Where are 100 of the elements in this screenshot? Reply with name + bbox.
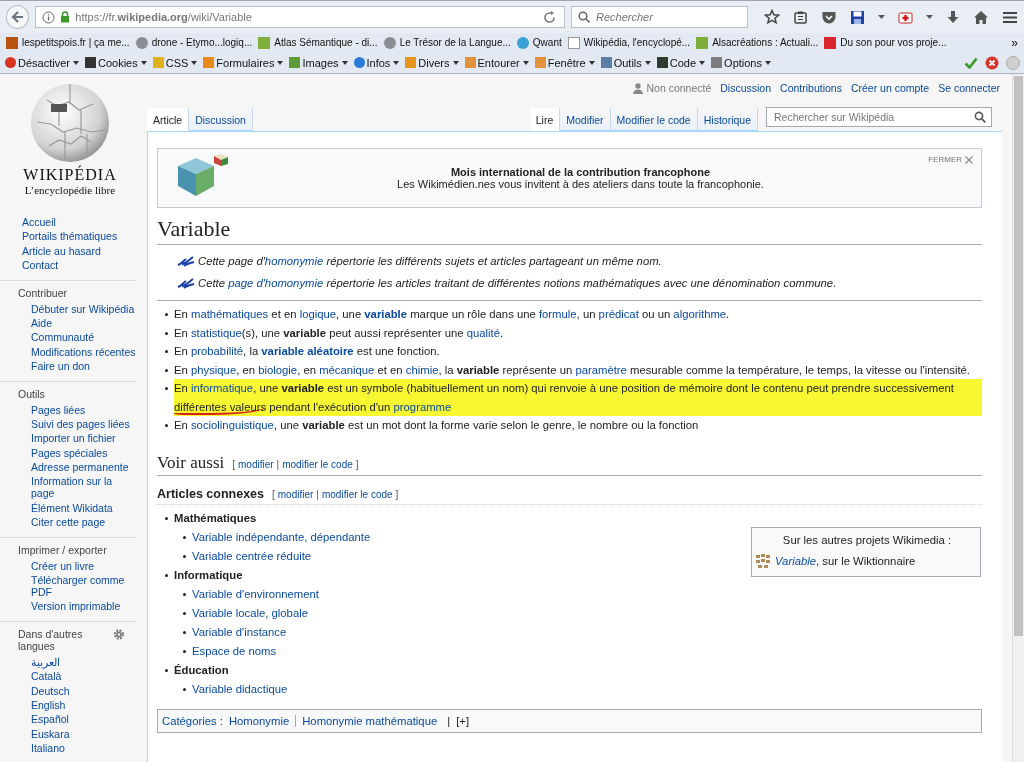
article-link[interactable]: Variable d'instance: [192, 622, 287, 642]
search-icon[interactable]: [974, 111, 986, 123]
article-link[interactable]: Variable locale, globale: [192, 603, 308, 623]
star-icon[interactable]: [764, 9, 780, 25]
bookmark-link[interactable]: Wikipédia, l'encyclopé...: [567, 36, 691, 49]
settings-icon[interactable]: [113, 627, 125, 641]
puzzle-globe-logo-drawing[interactable]: [29, 82, 111, 164]
sidebar-link[interactable]: Élément Wikidata: [18, 501, 137, 514]
checkmark-icon[interactable]: [964, 56, 978, 69]
error-icon[interactable]: [985, 55, 999, 70]
toolbar-menu-button[interactable]: Formulaires: [202, 56, 285, 69]
user-link[interactable]: Discussion: [720, 82, 772, 94]
toolbar-menu-button[interactable]: Entourer: [463, 56, 530, 69]
link[interactable]: variable: [364, 308, 408, 320]
link[interactable]: programme: [393, 400, 452, 413]
sidebar-link[interactable]: Information sur la page: [18, 475, 137, 500]
back-button[interactable]: [6, 5, 30, 29]
sidebar-link[interactable]: Adresse permanente: [18, 461, 137, 474]
scrollbar[interactable]: [1012, 74, 1024, 762]
edit-link[interactable]: modifier le code: [282, 458, 353, 470]
sidebar-link[interactable]: Modifications récentes: [18, 345, 137, 358]
sidebar-link[interactable]: Article au hasard: [22, 244, 137, 257]
article-link[interactable]: Variable d'environnement: [192, 584, 319, 604]
sidebar-link[interactable]: Débuter sur Wikipédia: [18, 302, 137, 315]
view-tab[interactable]: Historique: [697, 108, 758, 131]
link[interactable]: sociolinguistique: [190, 419, 274, 431]
info-icon[interactable]: [42, 10, 56, 24]
link[interactable]: informatique: [190, 382, 254, 394]
article-link[interactable]: Variable centrée réduite: [192, 546, 312, 566]
category-link[interactable]: Homonymie mathématique: [295, 714, 438, 727]
link[interactable]: logique: [299, 308, 337, 320]
link[interactable]: mécanique: [319, 363, 375, 376]
bookmark-link[interactable]: Du son pour vos proje...: [824, 36, 947, 49]
page-tab[interactable]: Discussion: [189, 108, 253, 131]
toolbar-menu-button[interactable]: Options: [710, 56, 772, 69]
sidebar-link[interactable]: العربية: [18, 655, 137, 668]
sidebar-link[interactable]: English: [18, 699, 137, 711]
bookmark-link[interactable]: drone - Etymo...logiq...: [135, 36, 253, 49]
clipboard-icon[interactable]: [793, 9, 808, 25]
sidebar-link[interactable]: Citer cette page: [18, 516, 137, 529]
edit-link[interactable]: modifier le code: [321, 488, 393, 500]
user-link[interactable]: Créer un compte: [850, 82, 930, 94]
sidebar-link[interactable]: Version imprimable: [18, 600, 137, 613]
toolbar-menu-button[interactable]: Images: [288, 56, 349, 69]
link[interactable]: Catégories: [162, 714, 217, 727]
sidebar-link[interactable]: Español: [18, 713, 137, 726]
sidebar-link[interactable]: Portails thématiques: [22, 230, 137, 243]
sidebar-link[interactable]: Italiano: [18, 742, 137, 755]
bookmark-link[interactable]: Alsacréations : Actuali...: [696, 36, 819, 49]
link[interactable]: homonymie: [264, 255, 324, 267]
sidebar-link[interactable]: Contact: [22, 259, 137, 272]
bookmark-link[interactable]: Qwant: [516, 36, 562, 49]
edit-link[interactable]: modifier: [238, 458, 274, 470]
link[interactable]: biologie: [258, 363, 298, 376]
pocket-icon[interactable]: [821, 9, 837, 25]
sidebar-link[interactable]: Faire un don: [18, 360, 137, 373]
first-aid-icon[interactable]: [898, 9, 913, 25]
bookmark-link[interactable]: Atlas Sémantique - di...: [258, 36, 378, 49]
sidebar-link[interactable]: Català: [18, 670, 137, 683]
sidebar-link[interactable]: Accueil: [22, 216, 137, 228]
sidebar-link[interactable]: Communauté: [18, 331, 137, 344]
category-link[interactable]: Homonymie: [228, 714, 290, 727]
download-icon[interactable]: [946, 9, 960, 25]
link[interactable]: probabilité: [190, 345, 244, 357]
bookmark-link[interactable]: Le Trésor de la Langue...: [383, 36, 511, 49]
article-link[interactable]: Variable didactique: [192, 679, 288, 699]
toolbar-menu-button[interactable]: Divers: [404, 56, 460, 69]
user-link[interactable]: Contributions: [780, 82, 842, 94]
caret-icon[interactable]: [926, 15, 933, 19]
toolbar-menu-button[interactable]: Infos: [352, 56, 401, 69]
search-box[interactable]: Rechercher: [571, 6, 748, 28]
toolbar-menu-button[interactable]: Outils: [599, 56, 652, 69]
sidebar-link[interactable]: Deutsch: [18, 684, 137, 697]
menu-icon[interactable]: [1002, 10, 1018, 24]
address-field[interactable]: https://fr.wikipedia.org/wiki/Variable: [35, 6, 565, 28]
view-tab[interactable]: Modifier: [560, 108, 611, 131]
article-link[interactable]: Espace de noms: [192, 641, 277, 661]
link[interactable]: mathématiques: [190, 308, 269, 320]
wiki-search-box[interactable]: Rechercher sur Wikipédia: [766, 107, 992, 127]
sidebar-link[interactable]: Euskara: [18, 727, 137, 740]
reload-icon[interactable]: [543, 10, 556, 24]
sidebar-link[interactable]: Pages spéciales: [18, 446, 137, 459]
link[interactable]: page d'homonymie: [228, 277, 324, 289]
expand-link[interactable]: [+]: [456, 714, 469, 727]
link[interactable]: prédicat: [598, 308, 639, 320]
sidebar-link[interactable]: Télécharger comme PDF: [18, 574, 137, 599]
page-tab[interactable]: Article: [147, 108, 190, 131]
link[interactable]: qualité: [466, 326, 500, 339]
bookmark-link[interactable]: lespetitspois.fr | ça me...: [6, 36, 130, 49]
edit-link[interactable]: modifier: [277, 488, 314, 500]
link[interactable]: formule: [538, 308, 577, 320]
toolbar-menu-button[interactable]: CSS: [151, 56, 199, 69]
view-tab[interactable]: Modifier le code: [610, 108, 698, 131]
close-button[interactable]: FERMER: [928, 155, 973, 164]
home-icon[interactable]: [973, 9, 989, 25]
view-tab[interactable]: Lire: [529, 108, 561, 131]
link[interactable]: algorithme: [673, 308, 727, 320]
more-bookmarks-button[interactable]: »: [1011, 35, 1018, 50]
sidebar-link[interactable]: Suivi des pages liées: [18, 417, 137, 430]
toolbar-menu-button[interactable]: Désactiver: [4, 56, 80, 69]
